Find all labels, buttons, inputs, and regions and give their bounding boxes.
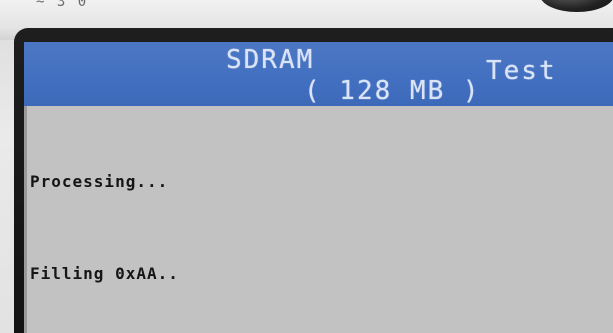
console-line-processing: Processing...	[30, 172, 169, 191]
console-line-filling: Filling 0xAA..	[30, 264, 179, 283]
header-title-test: Test	[486, 56, 557, 86]
lcd-screen: SDRAM Test ( 128 MB ) Processing... Fill…	[24, 42, 613, 333]
header-memory-size: ( 128 MB )	[304, 76, 481, 106]
screen-edge	[24, 106, 27, 333]
case-marking: ~ 3 0	[36, 0, 89, 10]
device-photo: ~ 3 0 SDRAM Test ( 128 MB ) Processing..…	[0, 0, 613, 333]
header-title-sdram: SDRAM	[226, 45, 315, 75]
screen-header: SDRAM Test ( 128 MB )	[24, 42, 613, 106]
device-knob	[540, 0, 613, 12]
